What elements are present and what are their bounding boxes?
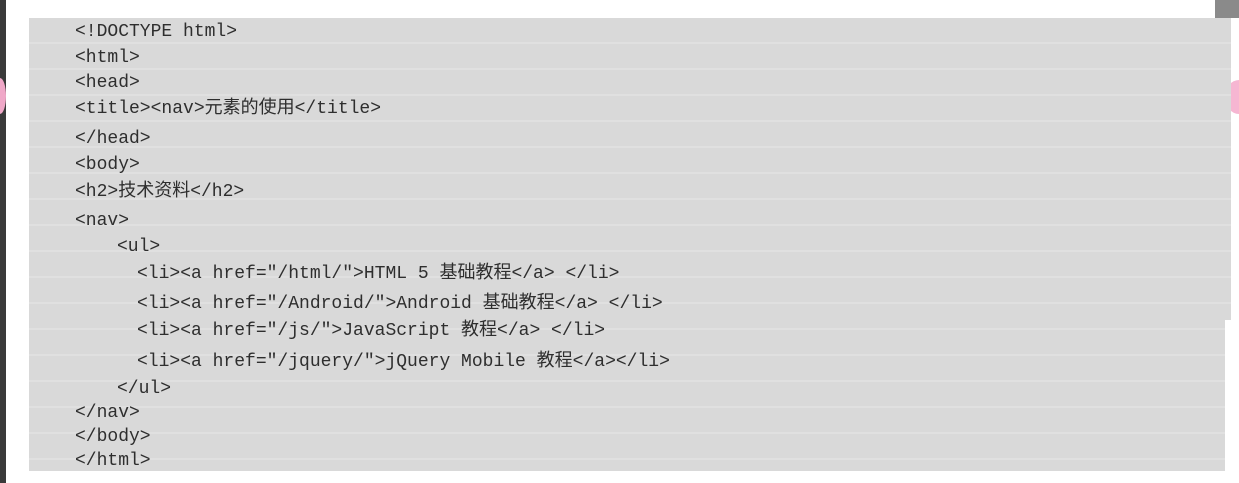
- code-line: <li><a href="/jquery/">jQuery Mobile 教程<…: [137, 352, 670, 372]
- code-line: <li><a href="/html/">HTML 5 基础教程</a> </l…: [137, 264, 620, 284]
- code-line: <body>: [75, 155, 140, 175]
- code-line: <h2>技术资料</h2>: [75, 182, 245, 202]
- code-line: <head>: [75, 73, 140, 93]
- code-line: </html>: [75, 451, 151, 471]
- code-line: <!DOCTYPE html>: [75, 22, 238, 42]
- code-listing: <!DOCTYPE html> <html> <head> <title><na…: [29, 18, 1231, 471]
- code-line: </body>: [75, 427, 151, 447]
- code-line: </ul>: [117, 379, 172, 399]
- code-block-notch: [1225, 320, 1231, 471]
- code-line: <li><a href="/Android/">Android 基础教程</a>…: [137, 294, 663, 314]
- code-line: <title><nav>元素的使用</title>: [75, 99, 382, 119]
- code-line: <nav>: [75, 211, 130, 231]
- code-line: </head>: [75, 129, 151, 149]
- code-line: <li><a href="/js/">JavaScript 教程</a> </l…: [137, 321, 606, 341]
- code-line: <html>: [75, 48, 140, 68]
- top-right-scrollbar-mark: [1215, 0, 1239, 18]
- document-page: <!DOCTYPE html> <html> <head> <title><na…: [0, 0, 1239, 483]
- code-line: <ul>: [117, 237, 161, 257]
- left-edge-bar: [0, 0, 6, 483]
- code-line: </nav>: [75, 403, 140, 423]
